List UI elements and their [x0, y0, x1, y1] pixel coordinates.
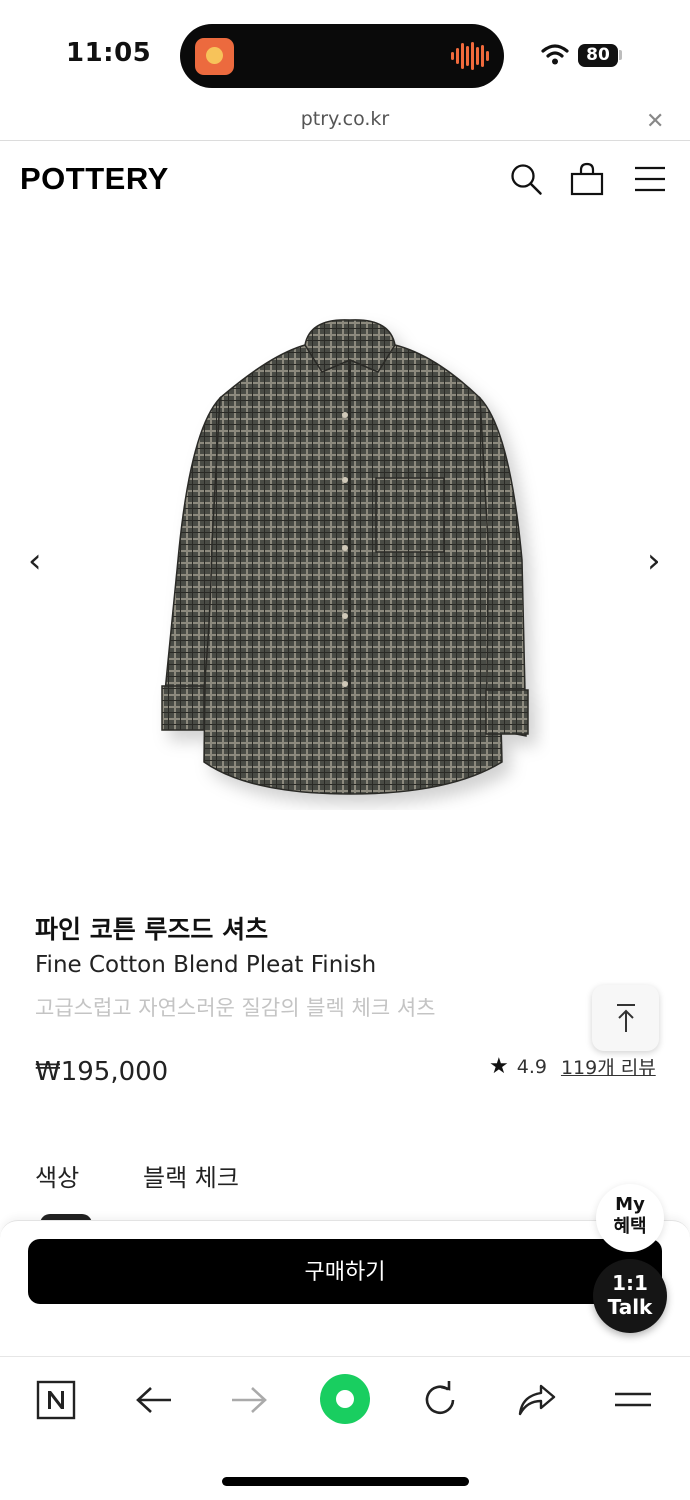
my-benefit-label-1: My: [615, 1194, 645, 1215]
wifi-icon: [541, 44, 569, 65]
status-time: 11:05: [66, 38, 152, 68]
menu-button[interactable]: [611, 1378, 655, 1422]
talk-button[interactable]: 1:1 Talk: [593, 1259, 667, 1333]
star-icon: ★: [489, 1054, 509, 1079]
back-button[interactable]: [132, 1378, 176, 1422]
talk-label-2: Talk: [607, 1295, 653, 1319]
color-option-value: 블랙 체크: [143, 1164, 239, 1192]
divider: [0, 140, 690, 141]
menu-icon: [615, 1392, 651, 1407]
home-indicator: [222, 1477, 469, 1486]
product-name-en: Fine Cotton Blend Pleat Finish: [35, 952, 377, 978]
forward-icon: [232, 1387, 267, 1413]
next-image-button[interactable]: ›: [647, 541, 661, 581]
close-icon[interactable]: ✕: [646, 109, 664, 134]
reload-button[interactable]: [418, 1378, 462, 1422]
color-option-label: 색상: [35, 1164, 80, 1192]
share-button[interactable]: [515, 1378, 559, 1422]
reviews-link[interactable]: 119개 리뷰: [561, 1053, 656, 1080]
arrow-up-icon: [616, 1004, 635, 1032]
back-icon: [136, 1387, 171, 1413]
naver-icon: [36, 1380, 76, 1420]
product-name: 파인 코튼 루즈드 셔츠: [35, 915, 269, 944]
my-benefit-label-2: 혜택: [613, 1216, 647, 1237]
buy-button[interactable]: 구매하기: [28, 1239, 662, 1304]
rating-value: 4.9: [516, 1055, 547, 1078]
forward-button[interactable]: [227, 1378, 271, 1422]
battery-indicator: 80: [578, 44, 618, 67]
site-logo[interactable]: POTTERY: [20, 161, 169, 197]
url-bar[interactable]: ptry.co.kr: [0, 108, 690, 130]
green-dot-icon: [320, 1374, 370, 1424]
reload-icon: [425, 1381, 455, 1415]
talk-label-1: 1:1: [612, 1271, 648, 1295]
naver-button[interactable]: [34, 1378, 78, 1422]
product-image[interactable]: [150, 310, 550, 810]
product-description: 고급스럽고 자연스러운 질감의 블렉 체크 셔츠: [35, 996, 436, 1020]
app-icon: [195, 38, 234, 75]
rating: ★ 4.9 119개 리뷰: [489, 1053, 656, 1080]
prev-image-button[interactable]: ‹: [28, 541, 42, 581]
page: 11:05 80 ptry.co.kr ✕ POTTERY ‹ › 파인 코튼 …: [0, 0, 690, 1500]
scroll-top-button[interactable]: [592, 985, 659, 1051]
audio-wave-icon: [451, 42, 489, 70]
green-dot-button[interactable]: [318, 1372, 372, 1426]
battery-tip: [619, 50, 622, 60]
product-price: ₩195,000: [35, 1057, 169, 1087]
bag-icon[interactable]: [570, 162, 604, 196]
search-icon[interactable]: [509, 162, 543, 196]
share-icon: [518, 1384, 556, 1416]
my-benefit-button[interactable]: My 혜택: [596, 1184, 664, 1252]
menu-icon[interactable]: [633, 162, 667, 196]
